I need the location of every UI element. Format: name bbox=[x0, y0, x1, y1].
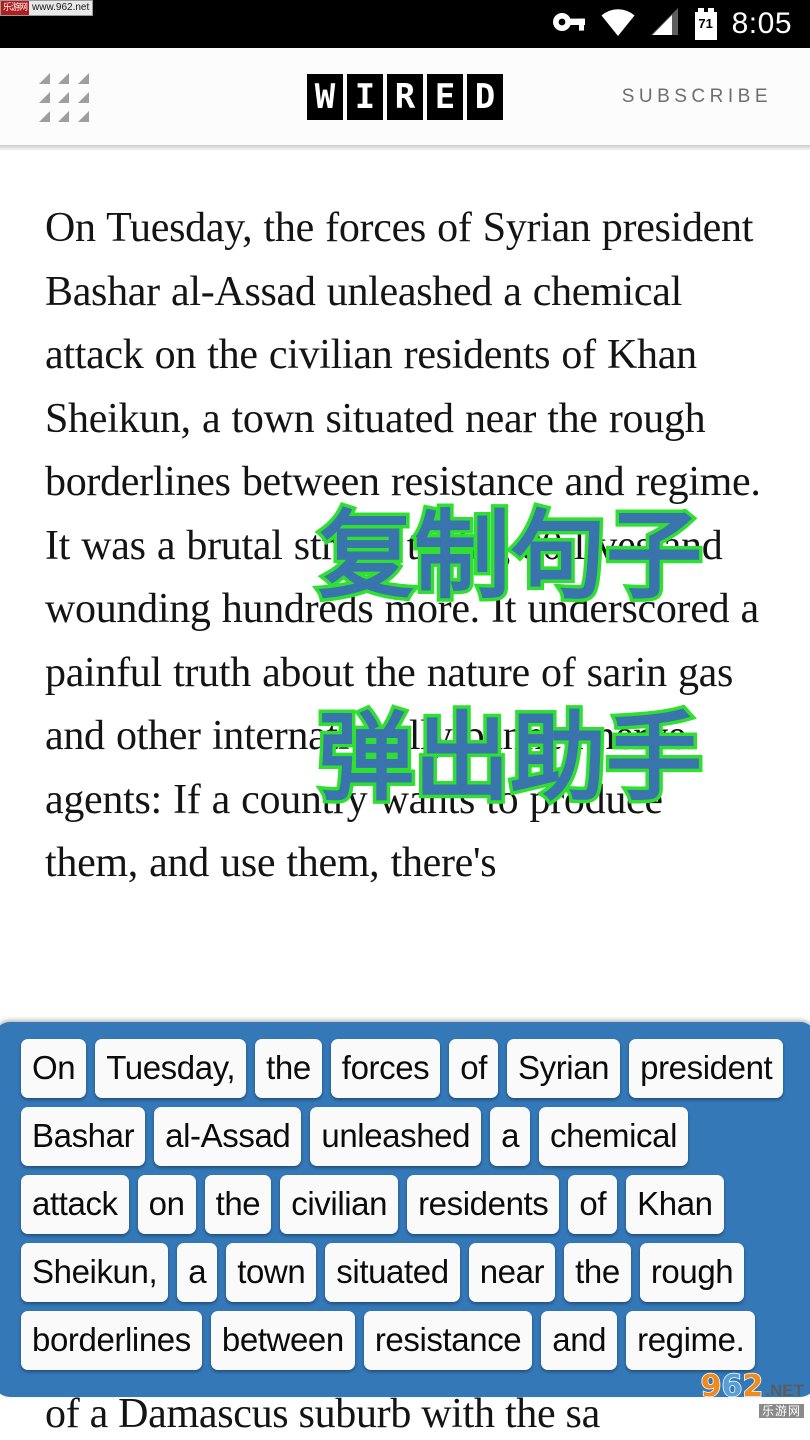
grid-cell bbox=[38, 70, 53, 85]
word-chip[interactable]: the bbox=[204, 1175, 272, 1234]
chip-row: Bashar al-Assad unleashed a chemical bbox=[21, 1107, 800, 1166]
grid-cell bbox=[57, 89, 72, 104]
word-chip[interactable]: on bbox=[137, 1175, 196, 1234]
word-chip[interactable]: a bbox=[177, 1243, 218, 1302]
grid-cell bbox=[38, 108, 53, 123]
word-chip[interactable]: regime. bbox=[626, 1311, 756, 1370]
phone-screen: 71 8:05 乐游网 www.962.net W I R E D SUBSCR… bbox=[0, 0, 810, 1440]
subscribe-button[interactable]: SUBSCRIBE bbox=[622, 86, 772, 108]
word-chip[interactable]: of bbox=[568, 1175, 618, 1234]
clock-label: 8:05 bbox=[731, 7, 792, 40]
grid-menu-icon[interactable] bbox=[38, 70, 92, 124]
cell-signal-icon bbox=[650, 7, 680, 42]
battery-level-label: 71 bbox=[698, 16, 713, 31]
word-chip[interactable]: Syrian bbox=[507, 1039, 621, 1098]
watermark-url-label: www.962.net bbox=[32, 2, 90, 13]
grid-cell bbox=[77, 89, 92, 104]
word-chip[interactable]: Tuesday, bbox=[95, 1039, 247, 1098]
word-chip[interactable]: chemical bbox=[539, 1107, 689, 1166]
word-chip[interactable]: the bbox=[564, 1243, 631, 1302]
word-chip[interactable]: forces bbox=[330, 1039, 441, 1098]
word-chip[interactable]: residents bbox=[407, 1175, 560, 1234]
word-chip[interactable]: the bbox=[255, 1039, 322, 1098]
logo-letter-i: I bbox=[347, 73, 383, 120]
word-chip[interactable]: resistance bbox=[363, 1311, 533, 1370]
wired-logo[interactable]: W I R E D bbox=[307, 73, 503, 120]
chip-row: borderlines between resistance and regim… bbox=[21, 1311, 800, 1370]
article-paragraph: On Tuesday, the forces of Syrian preside… bbox=[45, 205, 761, 886]
word-chip[interactable]: borderlines bbox=[21, 1311, 202, 1370]
word-chip[interactable]: Bashar bbox=[21, 1107, 146, 1166]
status-bar: 71 8:05 bbox=[0, 0, 810, 48]
app-header: W I R E D SUBSCRIBE bbox=[0, 48, 810, 151]
site-watermark-top: 乐游网 www.962.net bbox=[0, 0, 94, 16]
battery-icon: 71 bbox=[694, 8, 718, 40]
wifi-icon bbox=[600, 7, 636, 42]
grid-cell bbox=[77, 70, 92, 85]
word-chip[interactable]: al-Assad bbox=[154, 1107, 302, 1166]
chip-row: On Tuesday, the forces of Syrian preside… bbox=[21, 1039, 800, 1098]
word-chip-rows: On Tuesday, the forces of Syrian preside… bbox=[21, 1039, 800, 1370]
word-chip[interactable]: situated bbox=[325, 1243, 460, 1302]
watermark-cn-label: 乐游网 bbox=[1, 1, 30, 15]
logo-letter-w: W bbox=[307, 73, 343, 120]
word-chip[interactable]: unleashed bbox=[310, 1107, 482, 1166]
word-chip[interactable]: near bbox=[468, 1243, 556, 1302]
article-body: On Tuesday, the forces of Syrian preside… bbox=[0, 149, 810, 896]
word-chip[interactable]: and bbox=[541, 1311, 618, 1370]
chip-row: attack on the civilian residents of Khan bbox=[21, 1175, 800, 1234]
vpn-key-icon bbox=[552, 7, 586, 42]
article-tail-text: of a Damascus suburb with the sa bbox=[45, 1391, 600, 1437]
grid-cell bbox=[57, 108, 72, 123]
logo-letter-d: D bbox=[467, 73, 503, 120]
word-chip[interactable]: Khan bbox=[626, 1175, 724, 1234]
logo-letter-r: R bbox=[387, 73, 423, 120]
grid-cell bbox=[38, 89, 53, 104]
word-chip[interactable]: town bbox=[226, 1243, 317, 1302]
word-chip[interactable]: a bbox=[490, 1107, 531, 1166]
sentence-assistant-panel: On Tuesday, the forces of Syrian preside… bbox=[0, 1022, 810, 1397]
word-chip[interactable]: between bbox=[210, 1311, 355, 1370]
word-chip[interactable]: attack bbox=[21, 1175, 129, 1234]
logo-letter-e: E bbox=[427, 73, 463, 120]
status-icons: 71 bbox=[552, 7, 718, 42]
word-chip[interactable]: On bbox=[21, 1039, 87, 1098]
grid-cell bbox=[77, 108, 92, 123]
word-chip[interactable]: president bbox=[629, 1039, 784, 1098]
word-chip[interactable]: civilian bbox=[280, 1175, 399, 1234]
grid-cell bbox=[57, 70, 72, 85]
word-chip[interactable]: rough bbox=[639, 1243, 745, 1302]
word-chip[interactable]: Sheikun, bbox=[21, 1243, 169, 1302]
word-chip[interactable]: of bbox=[449, 1039, 498, 1098]
chip-row: Sheikun, a town situated near the rough bbox=[21, 1243, 800, 1302]
